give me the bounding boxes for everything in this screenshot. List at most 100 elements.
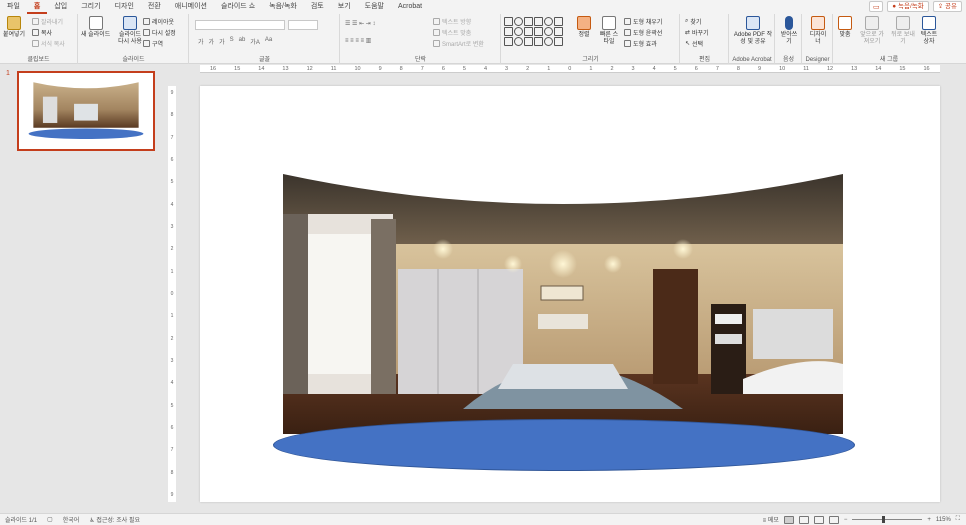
shape-outline-button[interactable]: 도형 윤곽선 <box>624 28 662 37</box>
comment-icon[interactable]: ▭ <box>869 1 884 12</box>
shape-option[interactable] <box>524 37 533 46</box>
panorama-image[interactable] <box>283 174 843 434</box>
zoom-slider[interactable] <box>852 516 923 523</box>
font-family-combo[interactable] <box>195 20 285 30</box>
record-button[interactable]: ● 녹음/녹화 <box>887 1 929 12</box>
designer-button[interactable]: 디자이너 <box>807 16 829 46</box>
create-pdf-button[interactable]: Adobe PDF 작성 및 공유 <box>733 16 773 46</box>
smartart-button[interactable]: SmartArt로 변환 <box>433 39 484 48</box>
shapes-gallery[interactable] <box>504 17 564 47</box>
shape-option[interactable] <box>554 27 563 36</box>
ruler-tick: 3 <box>505 66 509 72</box>
menu-tab[interactable]: 슬라이드 쇼 <box>214 0 262 14</box>
font-format-button[interactable]: 가A <box>250 37 260 46</box>
shape-option[interactable] <box>544 37 553 46</box>
format-painter-button[interactable]: 서식 복사 <box>32 39 65 48</box>
shape-option[interactable] <box>524 17 533 26</box>
slide-thumbnail[interactable] <box>17 71 155 151</box>
font-format-button[interactable]: ab <box>239 37 246 46</box>
font-format-button[interactable]: 가 <box>219 37 225 46</box>
find-button[interactable]: ⌕ 찾기 <box>685 17 701 26</box>
shape-option[interactable] <box>514 27 523 36</box>
menu-tab[interactable]: 녹음/녹화 <box>262 0 304 14</box>
reading-view-icon[interactable] <box>813 515 824 524</box>
ruler-tick: 4 <box>652 66 656 72</box>
zoom-level[interactable]: 115% <box>936 517 951 523</box>
fit-slide-icon[interactable]: ⛶ <box>956 516 960 523</box>
text-direction-icon <box>433 18 440 25</box>
menu-tab[interactable]: 홈 <box>26 0 48 14</box>
shape-option[interactable] <box>514 17 523 26</box>
language-indicator[interactable]: 한국어 <box>58 515 85 524</box>
shape-option[interactable] <box>504 37 513 46</box>
menu-tab[interactable]: 디자인 <box>108 0 141 14</box>
textbox-button[interactable]: 텍스트 상자 <box>918 16 940 46</box>
arrange-button[interactable]: 정렬 <box>577 16 591 39</box>
shape-fill-button[interactable]: 도형 채우기 <box>624 17 662 26</box>
slides-group-label: 슬라이드 <box>122 57 145 63</box>
spell-check-icon[interactable]: ▢ <box>42 516 58 523</box>
quick-styles-button[interactable]: 빠른 스타일 <box>598 16 620 46</box>
section-button[interactable]: 구역 <box>143 39 163 48</box>
font-format-button[interactable]: 가 <box>209 37 215 46</box>
slide-canvas[interactable] <box>200 86 940 502</box>
font-format-button[interactable]: Aa <box>265 37 272 46</box>
zoom-out-icon[interactable]: − <box>844 517 848 523</box>
bring-forward-button[interactable]: 앞으로 가져오기 <box>858 16 886 46</box>
menu-tab[interactable]: 전환 <box>141 0 168 14</box>
menu-tab[interactable]: 파일 <box>0 0 27 14</box>
menu-tab[interactable]: 검토 <box>304 0 331 14</box>
normal-view-icon[interactable] <box>783 515 794 524</box>
shape-option[interactable] <box>524 27 533 36</box>
align-text-button[interactable]: 텍스트 맞춤 <box>433 28 471 37</box>
shape-option[interactable] <box>554 17 563 26</box>
menu-tab[interactable]: 도움말 <box>358 0 391 14</box>
layout-button[interactable]: 레이아웃 <box>143 17 174 26</box>
list-buttons[interactable]: ☰ ☰ ⇤ ⇥ ↕ <box>345 20 375 27</box>
menu-tab[interactable]: 애니메이션 <box>168 0 214 14</box>
shape-option[interactable] <box>504 17 513 26</box>
font-format-button[interactable]: S <box>230 37 234 46</box>
shape-option[interactable] <box>514 37 523 46</box>
font-size-combo[interactable] <box>288 20 318 30</box>
dictate-button[interactable]: 받아쓰기 <box>778 16 800 46</box>
text-direction-button[interactable]: 텍스트 방향 <box>433 17 471 26</box>
shape-option[interactable] <box>534 17 543 26</box>
shape-option[interactable] <box>554 37 563 46</box>
font-format-button[interactable]: 가 <box>198 37 204 46</box>
reuse-slides-button[interactable]: 슬라이드 다시 사용 <box>116 16 144 46</box>
drawing-group-label: 그리기 <box>582 57 599 63</box>
shape-option[interactable] <box>534 37 543 46</box>
paste-button[interactable]: 붙여넣기 <box>3 16 25 39</box>
slideshow-view-icon[interactable] <box>828 515 839 524</box>
cut-button[interactable]: 잘라내기 <box>32 17 63 26</box>
ruler-tick: 9 <box>170 491 174 498</box>
menu-tab[interactable]: 그리기 <box>74 0 107 14</box>
menu-tab[interactable]: 삽입 <box>47 0 74 14</box>
copy-button[interactable]: 복사 <box>32 28 52 37</box>
select-button[interactable]: ↖ 선택 <box>685 39 703 48</box>
align-buttons[interactable]: ≡ ≡ ≡ ≡ ▥ <box>345 37 371 44</box>
reset-button[interactable]: 다시 설정 <box>143 28 176 37</box>
notes-button[interactable]: ≡ 메모 <box>763 515 779 524</box>
menu-tab[interactable]: Acrobat <box>391 0 429 14</box>
zoom-in-icon[interactable]: + <box>927 517 931 523</box>
blue-ellipse-shape[interactable] <box>273 419 855 471</box>
replace-button[interactable]: ⇄ 바꾸기 <box>685 28 709 37</box>
send-backward-button[interactable]: 뒤로 보내기 <box>890 16 916 46</box>
new-slide-button[interactable]: 새 슬라이드 <box>81 16 110 39</box>
zoom-slider-knob[interactable] <box>882 516 886 523</box>
shape-option[interactable] <box>544 27 553 36</box>
accessibility-status[interactable]: ♿ 접근성: 조사 필요 <box>84 515 145 524</box>
shape-effects-button[interactable]: 도형 효과 <box>624 39 657 48</box>
ruler-tick: 6 <box>170 424 174 431</box>
share-button[interactable]: ⇪ 공유 <box>932 1 962 12</box>
shape-option[interactable] <box>504 27 513 36</box>
shape-option[interactable] <box>544 17 553 26</box>
slide-sorter-icon[interactable] <box>798 515 809 524</box>
menu-tab[interactable]: 보기 <box>331 0 358 14</box>
shape-option[interactable] <box>534 27 543 36</box>
align-button[interactable]: 맞춤 <box>838 16 852 39</box>
ruler-tick: 16 <box>210 66 217 72</box>
microphone-icon <box>785 16 793 30</box>
